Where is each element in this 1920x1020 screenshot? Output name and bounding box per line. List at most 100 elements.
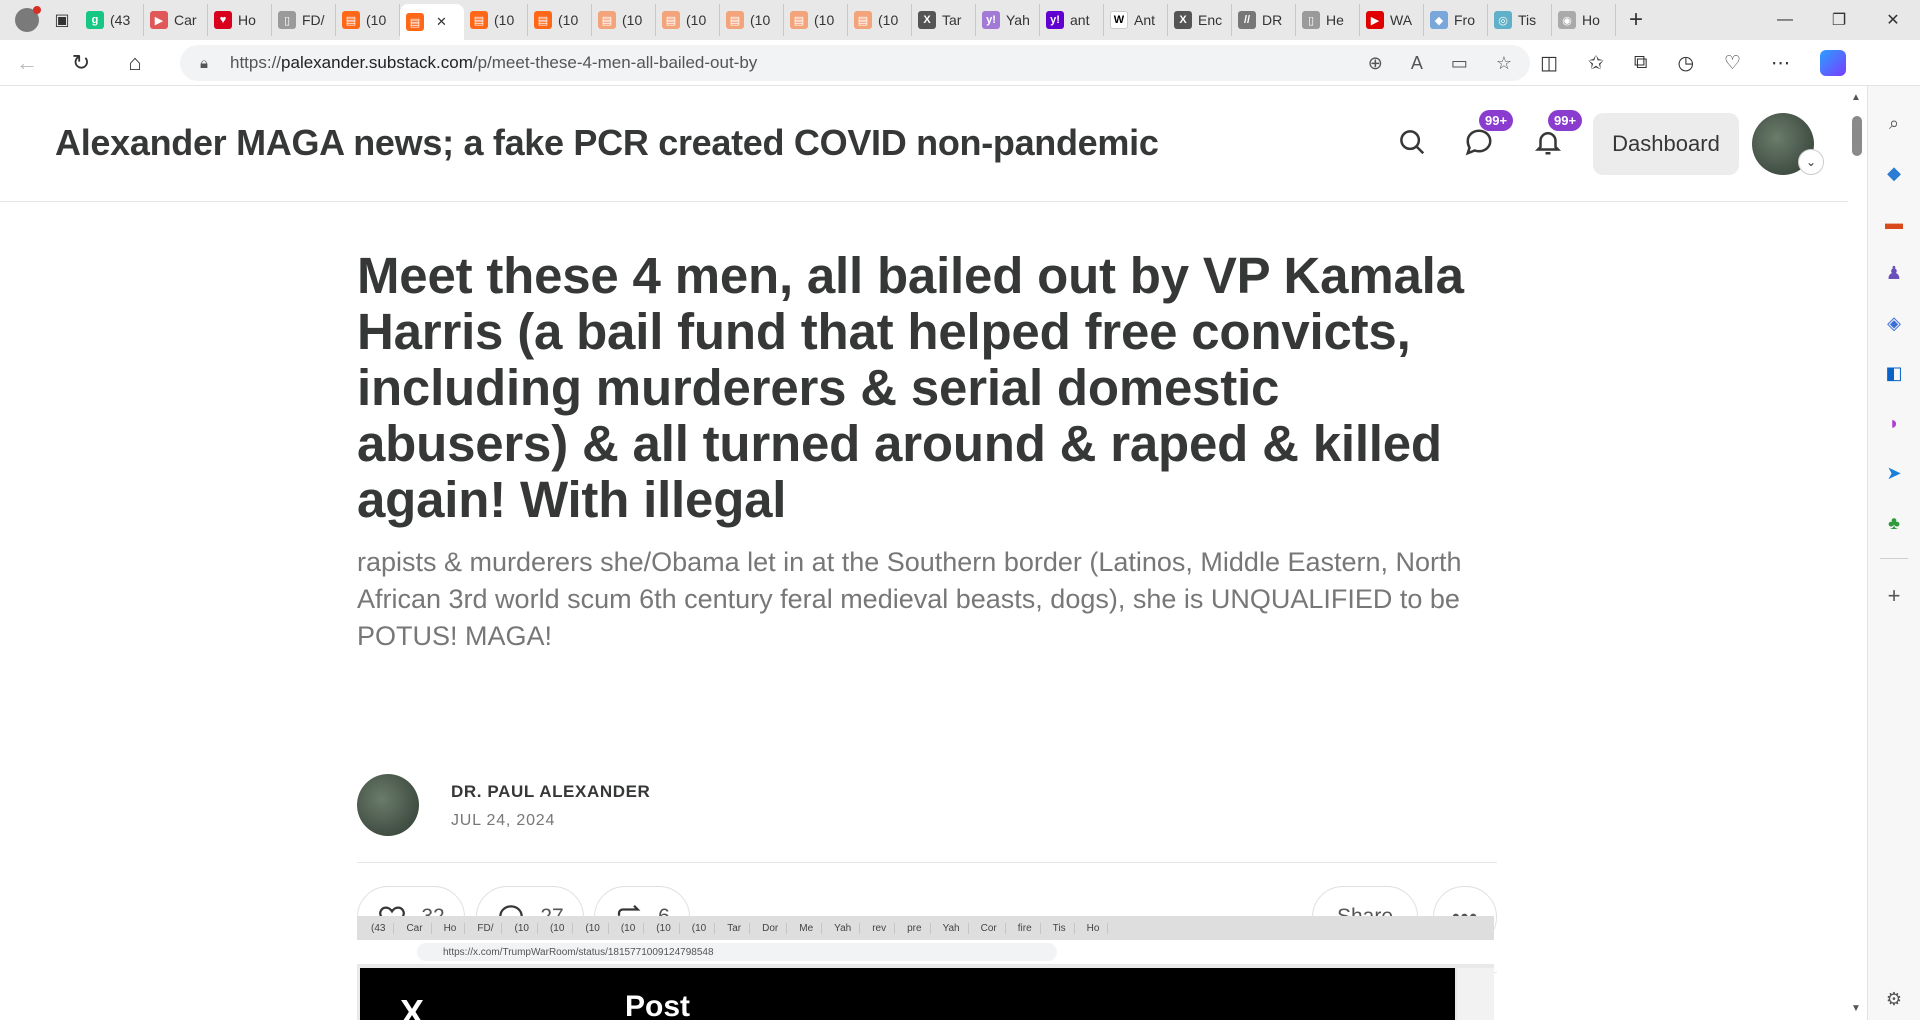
browser-tab[interactable]: ▯ FD/ <box>272 4 336 36</box>
collections-icon[interactable]: ⧉ <box>1634 52 1648 74</box>
tab-actions-icon[interactable]: ▣ <box>44 4 80 36</box>
browser-tab[interactable]: ▤ (10 <box>528 4 592 36</box>
refresh-button[interactable]: ↻ <box>54 43 108 83</box>
bell-icon[interactable]: 99+ <box>1526 110 1583 164</box>
split-screen-icon[interactable]: ◫ <box>1540 52 1558 75</box>
back-button[interactable]: ← <box>0 43 54 83</box>
browser-tab[interactable]: W Ant <box>1104 4 1168 36</box>
notification-badge: 99+ <box>1548 110 1583 131</box>
tab-label: Ant <box>1134 12 1156 28</box>
scroll-up-icon[interactable]: ▲ <box>1851 92 1861 103</box>
embedded-tab: fire <box>1010 922 1041 934</box>
embedded-tab: Me <box>791 922 823 934</box>
browser-tab[interactable]: ▶ WA <box>1360 4 1424 36</box>
browser-tab[interactable]: ◉ Ho <box>1552 4 1616 36</box>
designer-icon[interactable]: ◗ <box>1881 410 1907 436</box>
youtube-icon: ▶ <box>1366 11 1384 29</box>
embedded-tab: Car <box>398 922 432 934</box>
embedded-tab: Ho <box>436 922 466 934</box>
embedded-tab: Ho <box>1079 922 1109 934</box>
close-window-button[interactable]: ✕ <box>1866 0 1920 40</box>
x-icon: X <box>1174 11 1192 29</box>
page-content: Alexander MAGA news; a fake PCR created … <box>0 86 1848 1020</box>
outlook-icon[interactable]: ◧ <box>1881 360 1907 386</box>
office-icon[interactable]: ◈ <box>1881 310 1907 336</box>
embedded-tab: FD/ <box>469 922 503 934</box>
immersive-reader-icon[interactable]: ▭ <box>1451 53 1468 74</box>
browser-tab[interactable]: ▯ He <box>1296 4 1360 36</box>
restore-button[interactable]: ❐ <box>1812 0 1866 40</box>
browser-tab[interactable]: ▶ Car <box>144 4 208 36</box>
minimize-button[interactable]: — <box>1758 0 1812 40</box>
chat-icon[interactable]: 99+ <box>1457 110 1514 164</box>
tab-label: ant <box>1070 12 1090 28</box>
dashboard-button[interactable]: Dashboard <box>1593 113 1739 175</box>
favorite-star-icon[interactable]: ☆ <box>1496 53 1512 74</box>
browser-tab[interactable]: ▤ (10 <box>784 4 848 36</box>
substack-icon: ▤ <box>726 11 744 29</box>
favorites-icon[interactable]: ✩ <box>1588 52 1604 75</box>
browser-tab[interactable]: ▤ (10 <box>464 4 528 36</box>
browser-essentials-icon[interactable]: ♡ <box>1724 52 1741 75</box>
browser-tab[interactable]: y! ant <box>1040 4 1104 36</box>
substack-icon: ▤ <box>790 11 808 29</box>
add-icon[interactable]: + <box>1881 583 1907 609</box>
browser-tab[interactable]: ◆ Fro <box>1424 4 1488 36</box>
url-text[interactable]: https://palexander.substack.com/p/meet-t… <box>230 53 757 73</box>
tools-icon[interactable]: ▬ <box>1881 210 1907 236</box>
games-icon[interactable]: ♟ <box>1881 260 1907 286</box>
scrollbar-thumb[interactable] <box>1852 116 1862 156</box>
tab-label: Enc <box>1198 12 1223 28</box>
browser-tab[interactable]: ◎ Tis <box>1488 4 1552 36</box>
author-avatar[interactable] <box>357 774 419 836</box>
zoom-icon[interactable]: ⊕ <box>1368 53 1383 74</box>
browser-tab[interactable]: X Tar <box>912 4 976 36</box>
x-icon: X <box>918 11 936 29</box>
embedded-tab: (10 <box>506 922 538 934</box>
x-logo-icon: X <box>400 992 425 1020</box>
shopping-tag-icon[interactable]: ◆ <box>1881 160 1907 186</box>
post-date: JUL 24, 2024 <box>451 812 556 829</box>
browser-tab[interactable]: X Enc <box>1168 4 1232 36</box>
browser-tab[interactable]: ▤ (10 <box>720 4 784 36</box>
gear-icon[interactable]: ⚙ <box>1881 986 1907 1012</box>
history-icon[interactable]: ◷ <box>1677 52 1694 75</box>
chevron-down-icon[interactable]: ⌄ <box>1798 149 1824 175</box>
browser-tab[interactable]: y! Yah <box>976 4 1040 36</box>
browser-tab[interactable]: ▤ ✕ <box>400 4 464 40</box>
browser-tab[interactable]: g (43 <box>80 4 144 36</box>
browser-tab[interactable]: // DR <box>1232 4 1296 36</box>
home-button[interactable]: ⌂ <box>108 43 162 83</box>
new-tab-button[interactable]: + <box>1616 4 1656 36</box>
address-bar[interactable]: 🔒︎ https://palexander.substack.com/p/mee… <box>180 45 1530 81</box>
search-icon[interactable]: ⌕ <box>1881 110 1907 136</box>
read-aloud-icon[interactable]: A <box>1411 53 1423 74</box>
browser-tab[interactable]: ♥ Ho <box>208 4 272 36</box>
embedded-tab: Tar <box>719 922 751 934</box>
embedded-tab: Tis <box>1045 922 1075 934</box>
page-scrollbar[interactable]: ▲ ▼ <box>1848 86 1866 1020</box>
scroll-down-icon[interactable]: ▼ <box>1851 1003 1861 1014</box>
browser-tab[interactable]: ▤ (10 <box>336 4 400 36</box>
browser-tab[interactable]: ▤ (10 <box>848 4 912 36</box>
lock-icon[interactable]: 🔒︎ <box>200 55 230 72</box>
browser-tab[interactable]: ▤ (10 <box>592 4 656 36</box>
slash-icon: // <box>1238 11 1256 29</box>
user-avatar[interactable]: ⌄ <box>1752 113 1824 175</box>
tree-icon[interactable]: ♣ <box>1881 510 1907 536</box>
chat-badge: 99+ <box>1479 110 1514 131</box>
embedded-screenshot[interactable]: (43 Car Ho FD/(10 (10 (10 (10 (10 (10 Tar Dor Me Yah… <box>357 916 1494 1020</box>
copilot-icon[interactable] <box>1820 50 1847 76</box>
article: Meet these 4 men, all bailed out by VP K… <box>357 248 1497 973</box>
send-icon[interactable]: ➤ <box>1881 460 1907 486</box>
search-icon[interactable] <box>1390 120 1434 164</box>
more-menu-icon[interactable]: ⋯ <box>1771 52 1790 75</box>
browser-tab[interactable]: ▤ (10 <box>656 4 720 36</box>
site-title[interactable]: Alexander MAGA news; a fake PCR created … <box>55 122 1159 164</box>
tab-label: FD/ <box>302 12 325 28</box>
tab-label: DR <box>1262 12 1283 28</box>
document-icon: ▯ <box>278 11 296 29</box>
close-tab-icon[interactable]: ✕ <box>436 14 447 30</box>
profile-button[interactable] <box>10 3 44 37</box>
author-name[interactable]: DR. PAUL ALEXANDER <box>451 782 650 802</box>
